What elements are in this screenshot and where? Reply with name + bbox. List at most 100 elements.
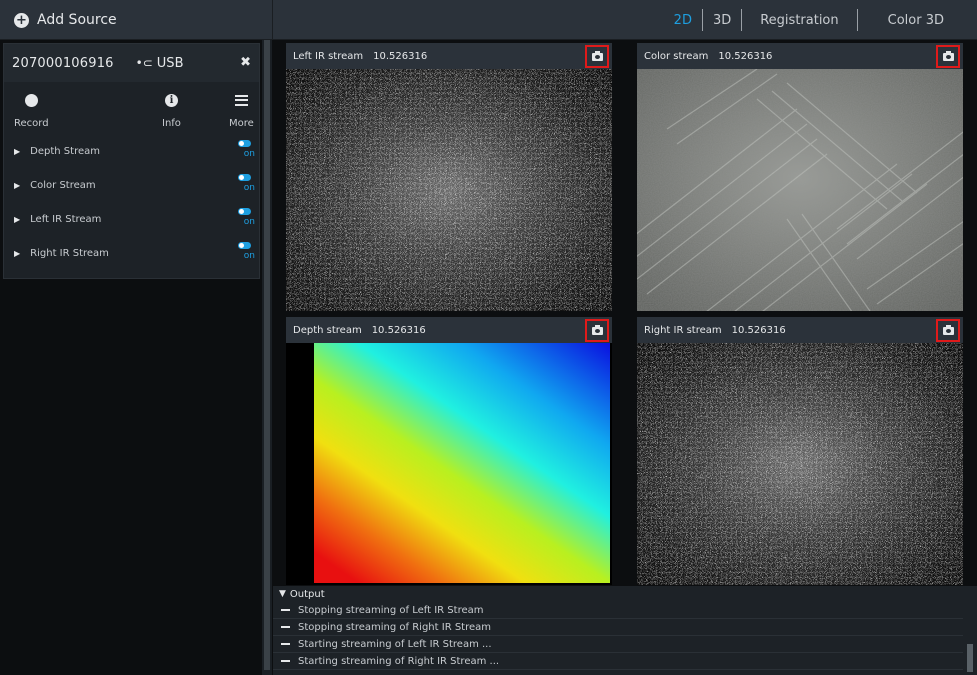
output-log: Stopping streaming of Left IR Stream Sto… <box>273 602 963 675</box>
snapshot-button[interactable] <box>585 319 609 342</box>
expand-arrow-icon[interactable]: ▶ <box>14 249 20 258</box>
stream-label: Color Stream <box>30 179 96 191</box>
toggle-switch[interactable] <box>238 242 251 249</box>
expand-arrow-icon[interactable]: ▶ <box>14 215 20 224</box>
view-mode-tabs: 2D 3D Registration Color 3D <box>664 0 977 40</box>
depth-panel: Depth stream 10.526316 <box>286 317 612 585</box>
camera-icon <box>591 324 603 335</box>
dash-icon <box>281 609 290 611</box>
connection-label: USB <box>156 55 184 71</box>
info-label: Info <box>162 118 181 129</box>
top-bar: + Add Source 2D 3D Registration Color 3D <box>0 0 977 40</box>
panel-fps: 10.526316 <box>371 324 426 336</box>
collapse-arrow-icon[interactable]: ▼ <box>279 589 286 599</box>
camera-icon <box>942 324 954 335</box>
toggle-state: on <box>243 217 255 227</box>
stream-toggle[interactable]: on <box>231 174 255 193</box>
snapshot-button[interactable] <box>585 45 609 68</box>
output-title: Output <box>289 588 325 600</box>
panel-title: Depth stream <box>293 324 362 336</box>
add-source-label: Add Source <box>37 12 117 28</box>
device-serial: 207000106916 <box>12 55 114 71</box>
tab-registration[interactable]: Registration <box>742 13 856 28</box>
plus-circle-icon: + <box>14 12 29 28</box>
stream-label: Right IR Stream <box>30 247 109 259</box>
dash-icon <box>281 626 290 628</box>
log-text: Stopping streaming of Left IR Stream <box>298 604 484 616</box>
add-source-button[interactable]: + Add Source <box>0 0 273 40</box>
panel-header: Right IR stream 10.526316 <box>637 317 963 343</box>
toggle-state: on <box>243 183 255 193</box>
stream-row-right-ir[interactable]: ▶ Right IR Stream on <box>4 236 259 270</box>
toggle-state: on <box>243 149 255 159</box>
expand-arrow-icon[interactable]: ▶ <box>14 147 20 156</box>
stream-label: Left IR Stream <box>30 213 102 225</box>
record-label: Record <box>14 118 49 129</box>
stream-viewport: Left IR stream 10.526316 Color stream 10… <box>273 40 977 585</box>
close-device-icon[interactable]: ✖ <box>240 55 251 70</box>
log-entry[interactable]: Starting streaming of Right IR Stream ..… <box>273 653 963 670</box>
record-icon <box>24 93 38 107</box>
stream-toggle[interactable]: on <box>231 242 255 261</box>
left-ir-panel: Left IR stream 10.526316 <box>286 43 612 311</box>
log-entry[interactable]: Stopping streaming of Right IR Stream <box>273 619 963 636</box>
depth-image <box>286 343 612 585</box>
color-image <box>616 68 977 340</box>
more-label: More <box>229 118 254 129</box>
realsense-viewer: + Add Source 2D 3D Registration Color 3D… <box>0 0 977 675</box>
dash-icon <box>281 660 290 662</box>
camera-icon <box>942 50 954 61</box>
tab-color-3d[interactable]: Color 3D <box>858 13 977 28</box>
right-ir-image <box>637 343 963 585</box>
panel-title: Color stream <box>644 50 709 62</box>
sidebar-scrollbar-thumb[interactable] <box>264 40 270 670</box>
stream-toggle[interactable]: on <box>231 140 255 159</box>
stream-label: Depth Stream <box>30 145 100 157</box>
tab-2d[interactable]: 2D <box>664 13 702 28</box>
log-text: Starting streaming of Left IR Stream ... <box>298 638 492 650</box>
left-ir-image <box>286 69 612 311</box>
panel-fps: 10.526316 <box>718 50 773 62</box>
output-header[interactable]: ▼ Output <box>273 586 977 602</box>
connection-type: •⊂ USB <box>136 56 184 71</box>
device-actions: Record i Info More <box>4 82 259 134</box>
device-header: 207000106916 •⊂ USB ✖ <box>4 44 259 82</box>
info-button[interactable]: i Info <box>162 92 181 129</box>
sidebar: 207000106916 •⊂ USB ✖ Record i Info More… <box>0 40 262 675</box>
menu-icon <box>234 94 248 106</box>
camera-icon <box>591 50 603 61</box>
log-entry[interactable]: Stopping streaming of Left IR Stream <box>273 602 963 619</box>
more-button[interactable]: More <box>229 92 254 129</box>
panel-title: Left IR stream <box>293 50 364 62</box>
panel-header: Left IR stream 10.526316 <box>286 43 612 69</box>
device-panel: 207000106916 •⊂ USB ✖ Record i Info More… <box>3 43 260 279</box>
tab-3d[interactable]: 3D <box>703 13 741 28</box>
toggle-state: on <box>243 251 255 261</box>
panel-header: Color stream 10.526316 <box>637 43 963 69</box>
log-text: Starting streaming of Right IR Stream ..… <box>298 655 500 667</box>
panel-title: Right IR stream <box>644 324 722 336</box>
right-ir-panel: Right IR stream 10.526316 <box>637 317 963 585</box>
toggle-switch[interactable] <box>238 140 251 147</box>
output-panel: ▼ Output Stopping streaming of Left IR S… <box>273 586 977 675</box>
expand-arrow-icon[interactable]: ▶ <box>14 181 20 190</box>
snapshot-button[interactable] <box>936 45 960 68</box>
record-button[interactable]: Record <box>14 92 49 129</box>
panel-fps: 10.526316 <box>731 324 786 336</box>
color-panel: Color stream 10.526316 <box>616 43 977 340</box>
panel-fps: 10.526316 <box>373 50 428 62</box>
log-entry[interactable]: Starting streaming of Left IR Stream ... <box>273 636 963 653</box>
snapshot-button[interactable] <box>936 319 960 342</box>
log-text: Stopping streaming of Right IR Stream <box>298 621 491 633</box>
stream-row-color[interactable]: ▶ Color Stream on <box>4 168 259 202</box>
info-icon: i <box>164 93 178 107</box>
panel-header: Depth stream 10.526316 <box>286 317 612 343</box>
output-scrollbar[interactable] <box>967 644 973 672</box>
toggle-switch[interactable] <box>238 174 251 181</box>
stream-toggle[interactable]: on <box>231 208 255 227</box>
usb-icon: •⊂ <box>135 56 153 70</box>
toggle-switch[interactable] <box>238 208 251 215</box>
dash-icon <box>281 643 290 645</box>
stream-row-left-ir[interactable]: ▶ Left IR Stream on <box>4 202 259 236</box>
stream-row-depth[interactable]: ▶ Depth Stream on <box>4 134 259 168</box>
